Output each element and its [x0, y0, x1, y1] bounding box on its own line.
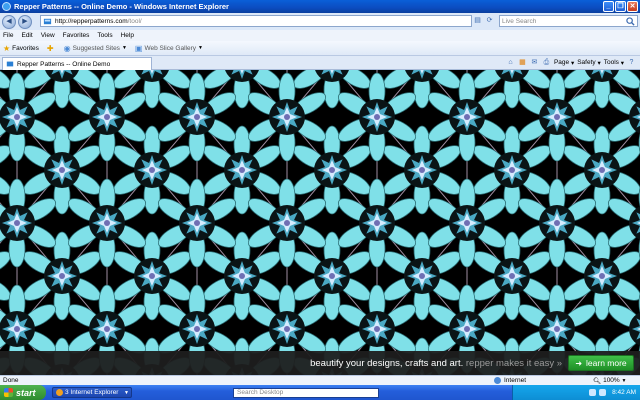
zoom-icon: 🔍︎	[593, 377, 602, 385]
suggested-sites-link[interactable]: ◉ Suggested Sites ▼	[64, 44, 127, 53]
safety-menu-label: Safety	[577, 59, 596, 66]
suggested-sites-icon: ◉	[63, 43, 71, 53]
windows-logo-icon	[4, 388, 13, 397]
refresh-icon[interactable]: ⟳	[485, 16, 494, 25]
menu-file[interactable]: File	[3, 32, 13, 39]
web-slice-gallery-link[interactable]: ▣ Web Slice Gallery ▼	[135, 44, 203, 53]
command-bar: ⌂ ▦ ✉ ⎙ Page ▾ Safety ▾ Tools ▾ ?	[506, 58, 636, 67]
page-content: beautify your designs, crafts and art. r…	[0, 70, 640, 375]
page-menu-label: Page	[553, 59, 570, 66]
star-icon: ★	[3, 43, 11, 53]
promo-banner: beautify your designs, crafts and art. r…	[0, 351, 640, 375]
promo-tagline-main: beautify your designs, crafts and art.	[310, 357, 464, 369]
forward-button[interactable]: ▶	[18, 14, 32, 29]
system-tray: 8:42 AM	[512, 385, 640, 400]
tab-repper[interactable]: Repper Patterns -- Online Demo	[2, 57, 152, 70]
network-icon[interactable]	[589, 389, 597, 396]
taskbar: start 3 Internet Explorer ▼ Search Deskt…	[0, 385, 640, 400]
live-search-placeholder: Live Search	[502, 17, 537, 25]
menu-edit[interactable]: Edit	[21, 32, 32, 39]
close-button[interactable]: ✕	[627, 1, 638, 12]
page-menu[interactable]: Page ▾	[554, 59, 574, 67]
tab-page-icon	[6, 61, 14, 67]
title-bar: Repper Patterns -- Online Demo - Windows…	[0, 0, 640, 13]
desktop-search-input[interactable]: Search Desktop	[233, 388, 379, 398]
zone-label: Internet	[504, 377, 527, 384]
menu-help[interactable]: Help	[121, 32, 134, 39]
arrow-icon: ➜	[575, 358, 583, 368]
menu-tools[interactable]: Tools	[97, 32, 112, 39]
print-icon[interactable]: ⎙	[542, 58, 551, 67]
learn-more-button[interactable]: ➜ learn more	[568, 355, 634, 371]
taskbar-ie-label: 3 Internet Explorer	[65, 389, 119, 396]
compat-view-icon[interactable]: ▤	[473, 16, 482, 25]
zoom-level: 100%	[603, 377, 620, 384]
url-text: http://repperpatterns.com/tool/	[55, 18, 142, 25]
add-star-icon: ✚	[46, 43, 54, 53]
menu-view[interactable]: View	[41, 32, 55, 39]
address-row: ◀ ▶ http://repperpatterns.com/tool/ ▤ ⟳ …	[0, 13, 640, 30]
taskbar-ie-group[interactable]: 3 Internet Explorer ▼	[52, 387, 132, 398]
volume-icon[interactable]	[599, 389, 607, 396]
status-bar: Done Internet 🔍︎ 100% ▼	[0, 375, 640, 385]
kaleidoscope-pattern	[0, 70, 640, 375]
address-bar[interactable]: http://repperpatterns.com/tool/	[40, 15, 472, 27]
promo-tagline: beautify your designs, crafts and art. r…	[310, 358, 562, 369]
safety-menu[interactable]: Safety ▾	[577, 59, 601, 67]
add-favorite-button[interactable]: ✚	[47, 44, 56, 53]
live-search-box[interactable]: Live Search	[499, 15, 638, 27]
favorites-label: Favorites	[12, 44, 39, 52]
security-zone[interactable]: Internet	[494, 377, 526, 384]
favorites-bar: ★ Favorites ✚ ◉ Suggested Sites ▼ ▣ Web Slic…	[0, 41, 640, 56]
url-path: /tool/	[127, 17, 142, 25]
menu-bar: File Edit View Favorites Tools Help	[0, 30, 640, 41]
web-slice-label: Web Slice Gallery	[144, 44, 196, 52]
tools-menu-label: Tools	[603, 59, 619, 66]
ie-icon	[2, 2, 11, 11]
chevron-down-icon: ▼	[198, 45, 203, 51]
window-title: Repper Patterns -- Online Demo - Windows…	[14, 2, 229, 11]
feeds-icon[interactable]: ▦	[518, 58, 527, 67]
restore-button[interactable]: ❐	[615, 1, 626, 12]
chevron-down-icon: ▼	[124, 389, 129, 396]
ie-group-icon	[56, 389, 63, 396]
back-button[interactable]: ◀	[2, 14, 16, 29]
zoom-control[interactable]: 🔍︎ 100% ▼	[593, 377, 626, 385]
web-slice-icon: ▣	[134, 43, 143, 53]
globe-icon	[494, 377, 501, 384]
url-host: http://repperpatterns.com	[55, 17, 128, 25]
tab-label: Repper Patterns -- Online Demo	[17, 60, 111, 68]
favorites-button[interactable]: ★ Favorites	[3, 44, 39, 53]
tab-row: Repper Patterns -- Online Demo ⌂ ▦ ✉ ⎙ P…	[0, 56, 640, 70]
start-button[interactable]: start	[0, 385, 46, 400]
home-icon[interactable]: ⌂	[506, 58, 515, 67]
learn-more-label: learn more	[586, 358, 627, 368]
window-controls: _ ❐ ✕	[603, 1, 638, 12]
help-icon[interactable]: ?	[627, 58, 636, 67]
minimize-button[interactable]: _	[603, 1, 614, 12]
search-icon[interactable]	[626, 16, 635, 26]
tools-menu[interactable]: Tools ▾	[604, 59, 624, 67]
clock: 8:42 AM	[612, 389, 636, 396]
menu-favorites[interactable]: Favorites	[63, 32, 90, 39]
mail-icon[interactable]: ✉	[530, 58, 539, 67]
chevron-down-icon: ▼	[621, 377, 627, 384]
start-label: start	[16, 387, 36, 398]
promo-tagline-brand: repper makes it easy »	[465, 357, 562, 369]
chevron-down-icon: ▼	[121, 45, 127, 51]
page-icon	[43, 18, 52, 24]
suggested-sites-label: Suggested Sites	[72, 44, 120, 52]
status-text: Done	[3, 377, 19, 384]
